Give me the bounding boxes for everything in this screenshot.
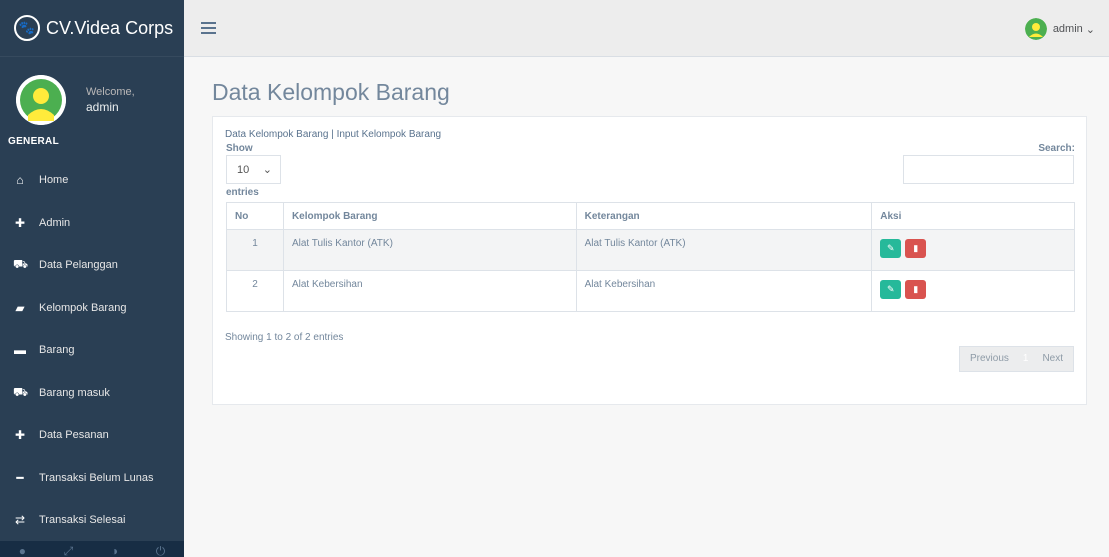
sidebar-menu: ⌂ Home ✚ Admin ⛟ Data Pelanggan ▰ Kelompok B… (0, 159, 184, 542)
user-menu[interactable]: admin ⌄ (1024, 18, 1095, 40)
cell-no: 2 (226, 270, 284, 312)
avatar[interactable] (16, 75, 66, 125)
sidebar-item-data-pesanan[interactable]: ✚ Data Pesanan (0, 414, 184, 457)
cart-arrow-icon: ⛟ (13, 384, 29, 399)
menu-toggle-icon[interactable] (201, 22, 216, 37)
sidebar-item-barang[interactable]: ▬ Barang (0, 329, 184, 372)
sidebar-item-barang-masuk[interactable]: ⛟ Barang masuk (0, 372, 184, 415)
column-header-keterangan[interactable]: Keterangan (575, 202, 873, 230)
cell-keterangan: Alat Kebersihan (575, 270, 873, 312)
sidebar-item-label: Data Pelanggan (39, 259, 118, 272)
link-data-kelompok-barang[interactable]: Data Kelompok Barang (225, 129, 328, 140)
profile-username: admin (86, 100, 119, 114)
sidebar-item-label: Transaksi Belum Lunas (39, 471, 154, 484)
table-row: 1 Alat Tulis Kantor (ATK) Alat Tulis Kan… (226, 229, 1075, 271)
table-row: 2 Alat Kebersihan Alat Kebersihan ✎ ▮ (226, 270, 1075, 312)
sidebar-item-home[interactable]: ⌂ Home (0, 159, 184, 202)
edit-icon: ✎ (886, 243, 895, 253)
entries-label: entries (226, 187, 259, 198)
trash-icon: ▮ (913, 243, 919, 253)
cell-kelompok-barang: Alat Kebersihan (282, 270, 577, 312)
column-header-aksi[interactable]: Aksi (871, 202, 1075, 230)
sidebar-item-transaksi-selesai[interactable]: ⇄ Transaksi Selesai (0, 499, 184, 542)
entries-length-value: 10 (237, 163, 250, 176)
edit-button[interactable]: ✎ (880, 280, 902, 299)
search-label: Search: (1038, 143, 1075, 154)
pagination: Previous 1 Next (958, 346, 1074, 372)
sidebar-item-kelompok-barang[interactable]: ▰ Kelompok Barang (0, 287, 184, 330)
cart-icon: ⛟ (13, 257, 29, 272)
user-menu-name: admin (1052, 23, 1083, 35)
cell-aksi: ✎ ▮ (871, 270, 1075, 312)
sidebar-item-label: Kelompok Barang (39, 301, 127, 314)
cell-kelompok-barang: Alat Tulis Kantor (ATK) (282, 229, 577, 271)
sidebar-item-admin[interactable]: ✚ Admin (0, 202, 184, 245)
cell-keterangan: Alat Tulis Kantor (ATK) (575, 229, 873, 271)
eye-slash-icon[interactable]: ◑ (111, 545, 118, 557)
avatar (1024, 18, 1047, 40)
top-navbar: admin ⌄ (184, 0, 1109, 57)
entries-length-select[interactable]: 10 ⌄ (226, 155, 281, 184)
sidebar-item-data-pelanggan[interactable]: ⛟ Data Pelanggan (0, 244, 184, 287)
chevron-down-icon: ⌄ (1085, 23, 1095, 36)
sidebar-item-label: Transaksi Selesai (39, 514, 126, 527)
pagination-page-1[interactable]: 1 (1019, 347, 1033, 371)
cell-no: 1 (226, 229, 284, 271)
page-title: Data Kelompok Barang (212, 79, 450, 105)
link-input-kelompok-barang[interactable]: Input Kelompok Barang (337, 129, 442, 140)
sidebar-item-transaksi-belum-lunas[interactable]: ━ Transaksi Belum Lunas (0, 457, 184, 500)
coffee-icon: ▬ (14, 343, 26, 358)
column-header-kelompok-barang[interactable]: Kelompok Barang (282, 202, 577, 230)
section-title-general: GENERAL (8, 136, 59, 147)
brand[interactable]: 🐾 CV.Videa Corps (0, 0, 184, 57)
link-separator: | (328, 129, 337, 140)
pagination-next[interactable]: Next (1032, 347, 1073, 371)
breadcrumb: Data Kelompok Barang | Input Kelompok Ba… (225, 129, 441, 140)
edit-button[interactable]: ✎ (880, 239, 902, 258)
data-table: No Kelompok Barang Keterangan Aksi 1 Ala… (226, 202, 1075, 312)
table-header-row: No Kelompok Barang Keterangan Aksi (226, 202, 1075, 230)
show-label: Show (226, 143, 253, 154)
power-icon[interactable]: ⏻ (156, 545, 166, 557)
content-panel: Data Kelompok Barang | Input Kelompok Ba… (212, 116, 1087, 405)
delete-button[interactable]: ▮ (905, 239, 927, 258)
search-input[interactable] (903, 155, 1074, 184)
chevron-down-icon: ⌄ (262, 164, 272, 176)
pagination-previous[interactable]: Previous (960, 347, 1019, 371)
profile: Welcome, admin (0, 57, 184, 131)
table-info: Showing 1 to 2 of 2 entries (225, 332, 344, 343)
sidebar-footer: ● ⤢ ◑ ⏻ (0, 541, 184, 557)
sidebar: 🐾 CV.Videa Corps Welcome, admin GENERAL … (0, 0, 184, 557)
column-header-no[interactable]: No (226, 202, 284, 230)
trash-icon: ▮ (913, 284, 919, 294)
sidebar-item-label: Barang (39, 344, 75, 357)
sidebar-item-label: Home (39, 174, 69, 187)
fullscreen-icon[interactable]: ⤢ (64, 545, 74, 557)
cell-aksi: ✎ ▮ (871, 229, 1075, 271)
sidebar-item-label: Admin (39, 216, 71, 229)
exchange-icon: ⇄ (14, 513, 26, 528)
delete-button[interactable]: ▮ (905, 280, 927, 299)
sidebar-item-label: Data Pesanan (39, 429, 109, 442)
home-icon: ⌂ (16, 173, 24, 188)
bag-icon: ▰ (15, 300, 25, 315)
user-icon[interactable]: ● (19, 545, 26, 557)
brand-name: CV.Videa Corps (46, 17, 174, 38)
plus-icon: ✚ (14, 428, 26, 443)
paw-icon: 🐾 (14, 15, 40, 41)
edit-icon: ✎ (886, 284, 895, 294)
plus-icon: ✚ (14, 215, 26, 230)
sidebar-item-label: Barang masuk (39, 386, 110, 399)
welcome-text: Welcome, (86, 86, 135, 98)
minus-icon: ━ (16, 470, 24, 485)
